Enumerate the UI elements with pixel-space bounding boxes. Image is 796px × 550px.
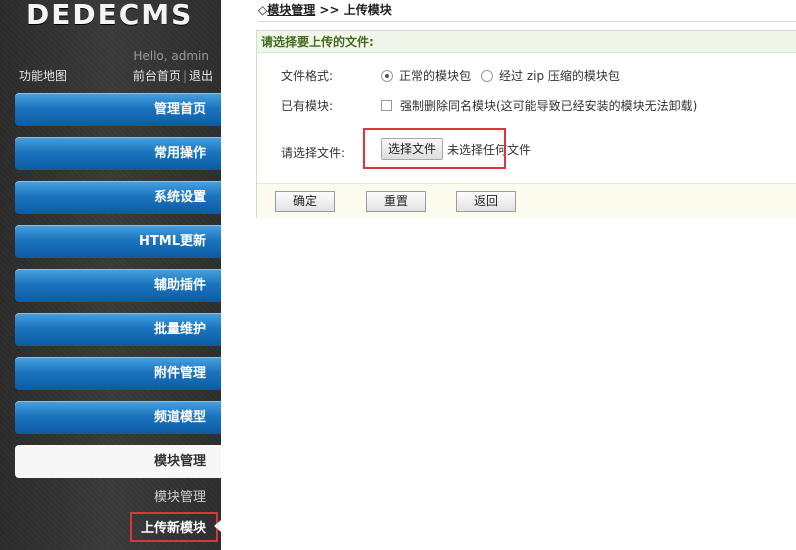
radio-normal-package-label: 正常的模块包 xyxy=(399,69,472,83)
sub-item-module-manage[interactable]: 模块管理 xyxy=(154,486,206,505)
greeting: Hello, admin xyxy=(133,49,209,63)
menu-common-ops[interactable]: 常用操作 xyxy=(15,137,221,170)
logo: DEDECMS xyxy=(26,0,194,31)
menu-channel-models[interactable]: 频道模型 xyxy=(15,401,221,434)
reset-button[interactable]: 重置 xyxy=(366,191,426,212)
action-bar: 确定 重置 返回 xyxy=(257,183,796,218)
breadcrumb-module-manage-link[interactable]: 模块管理 xyxy=(267,3,315,17)
menu-attachments[interactable]: 附件管理 xyxy=(15,357,221,390)
radio-zip-package-label: 经过 zip 压缩的模块包 xyxy=(499,69,620,83)
frontend-home-link[interactable]: 前台首页 xyxy=(133,69,181,83)
format-label: 文件格式: xyxy=(281,69,334,83)
menu-plugins[interactable]: 辅助插件 xyxy=(15,269,221,302)
breadcrumb-separator: >> xyxy=(315,3,344,17)
format-options: 正常的模块包 经过 zip 压缩的模块包 xyxy=(381,67,620,84)
current-arrow-icon xyxy=(214,520,221,532)
panel-title: 请选择要上传的文件: xyxy=(257,31,796,53)
radio-zip-package[interactable] xyxy=(481,69,494,82)
confirm-button[interactable]: 确定 xyxy=(275,191,335,212)
force-delete-label: 强制删除同名模块(这可能导致已经安装的模块无法卸载) xyxy=(400,99,698,113)
highlight-box-upload-module xyxy=(130,512,218,542)
upload-panel: 请选择要上传的文件: 文件格式: 正常的模块包 经过 zip 压缩的模块包 已有… xyxy=(256,30,796,218)
main-content: ◇模块管理 >> 上传模块 请选择要上传的文件: 文件格式: 正常的模块包 经过… xyxy=(221,0,796,550)
logout-link[interactable]: 退出 xyxy=(189,69,213,83)
back-button[interactable]: 返回 xyxy=(456,191,516,212)
breadcrumb: ◇模块管理 >> 上传模块 xyxy=(258,0,796,22)
top-links-separator: | xyxy=(182,69,187,83)
highlight-box-choose-file xyxy=(363,128,506,169)
menu-html-update[interactable]: HTML更新 xyxy=(15,225,221,258)
menu-system-settings[interactable]: 系统设置 xyxy=(15,181,221,214)
sidebar: DEDECMS Hello, admin 功能地图 前台首页 | 退出 管理首页 常… xyxy=(0,0,221,550)
menu-batch-maintain[interactable]: 批量维护 xyxy=(15,313,221,346)
radio-normal-package[interactable] xyxy=(381,69,393,82)
existing-label: 已有模块: xyxy=(281,99,334,113)
menu-module-manage[interactable]: 模块管理 xyxy=(15,445,221,478)
breadcrumb-diamond-icon: ◇ xyxy=(258,3,268,17)
top-links: 前台首页 | 退出 xyxy=(133,67,213,84)
breadcrumb-current: 上传模块 xyxy=(343,3,392,17)
function-map-link[interactable]: 功能地图 xyxy=(19,67,67,84)
force-delete-checkbox[interactable] xyxy=(381,100,392,111)
existing-options: 强制删除同名模块(这可能导致已经安装的模块无法卸载) xyxy=(381,97,697,114)
menu-admin-home[interactable]: 管理首页 xyxy=(15,93,221,126)
file-label: 请选择文件: xyxy=(281,146,346,160)
